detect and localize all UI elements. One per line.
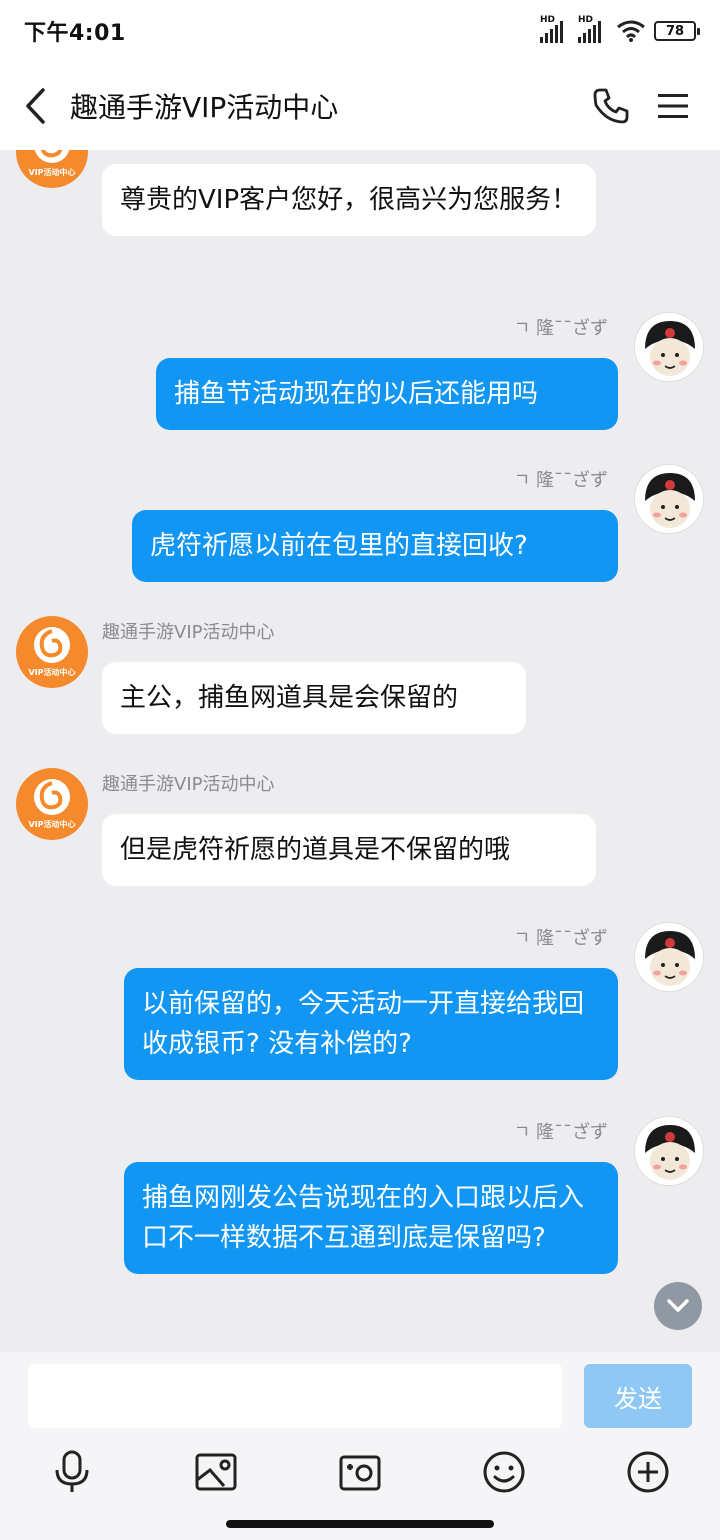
more-button[interactable] bbox=[620, 1444, 676, 1500]
message-text: 但是虎符祈愿的道具是不保留的哦 bbox=[120, 835, 511, 865]
message-text: 虎符祈愿以前在包里的直接回收? bbox=[150, 531, 528, 561]
message-bubble[interactable]: 捕鱼节活动现在的以后还能用吗 bbox=[156, 358, 618, 430]
avatar[interactable] bbox=[634, 464, 704, 534]
message-bubble[interactable]: 主公，捕鱼网道具是会保留的 bbox=[102, 662, 526, 734]
status-icons: HD HD 78 bbox=[540, 15, 700, 43]
sender-name: ㄱ 隆¯¯ざず bbox=[513, 1122, 608, 1143]
message-text: 主公，捕鱼网道具是会保留的 bbox=[120, 683, 459, 713]
avatar[interactable]: VIP活动中心 bbox=[16, 150, 88, 188]
avatar[interactable] bbox=[634, 312, 704, 382]
camera-icon bbox=[339, 1455, 381, 1491]
menu-icon bbox=[658, 94, 688, 118]
message-bubble[interactable]: 虎符祈愿以前在包里的直接回收? bbox=[132, 510, 618, 582]
logo-icon bbox=[34, 627, 70, 663]
sender-name: ㄱ 隆¯¯ざず bbox=[513, 470, 608, 491]
meme-avatar-icon bbox=[635, 1117, 703, 1185]
voice-button[interactable] bbox=[44, 1444, 100, 1500]
status-bar: 下午4:01 HD HD 78 bbox=[0, 0, 720, 62]
phone-icon bbox=[593, 88, 629, 124]
scroll-to-bottom-button[interactable] bbox=[654, 1282, 702, 1330]
avatar-caption: VIP活动中心 bbox=[28, 168, 76, 177]
message-text: 捕鱼节活动现在的以后还能用吗 bbox=[174, 379, 539, 409]
microphone-icon bbox=[55, 1450, 89, 1492]
sender-name: 趣通手游VIP活动中心 bbox=[102, 774, 275, 795]
send-button[interactable]: 发送 bbox=[584, 1364, 692, 1428]
message-input[interactable] bbox=[28, 1364, 562, 1428]
chevron-down-icon bbox=[667, 1299, 689, 1312]
home-indicator[interactable] bbox=[226, 1520, 494, 1528]
wifi-icon bbox=[617, 20, 645, 42]
message-text: 尊贵的VIP客户您好，很高兴为您服务！ bbox=[120, 185, 578, 215]
chevron-left-icon bbox=[26, 88, 45, 124]
message-bubble[interactable]: 但是虎符祈愿的道具是不保留的哦 bbox=[102, 814, 596, 886]
logo-icon bbox=[34, 150, 70, 163]
page-title: 趣通手游VIP活动中心 bbox=[70, 91, 339, 124]
photo-button[interactable] bbox=[188, 1444, 244, 1500]
add-icon bbox=[627, 1451, 669, 1493]
avatar[interactable]: VIP活动中心 bbox=[16, 616, 88, 688]
menu-button[interactable] bbox=[642, 62, 704, 150]
meme-avatar-icon bbox=[635, 465, 703, 533]
logo-icon bbox=[34, 779, 70, 815]
sender-name: ㄱ 隆¯¯ざず bbox=[513, 318, 608, 339]
sender-name: 趣通手游VIP活动中心 bbox=[102, 622, 275, 643]
message-text: 捕鱼网刚发公告说现在的入口跟以后入口不一样数据不互通到底是保留吗? bbox=[142, 1183, 585, 1253]
signal-icon: HD bbox=[578, 15, 608, 43]
input-bar: 发送 bbox=[0, 1352, 720, 1540]
signal-icon: HD bbox=[540, 15, 570, 43]
nav-bar: 趣通手游VIP活动中心 bbox=[0, 62, 720, 150]
chat-area[interactable]: VIP活动中心 尊贵的VIP客户您好，很高兴为您服务！ ㄱ 隆¯¯ざず 捕鱼节活… bbox=[0, 150, 720, 1352]
sender-name: ㄱ 隆¯¯ざず bbox=[513, 928, 608, 949]
avatar[interactable] bbox=[634, 1116, 704, 1186]
back-button[interactable] bbox=[0, 62, 70, 150]
battery-level: 78 bbox=[665, 23, 685, 39]
message-bubble[interactable]: 尊贵的VIP客户您好，很高兴为您服务！ bbox=[102, 164, 596, 236]
emoji-icon bbox=[483, 1451, 525, 1493]
avatar-caption: VIP活动中心 bbox=[28, 668, 76, 677]
avatar[interactable]: VIP活动中心 bbox=[16, 768, 88, 840]
send-button-label: 发送 bbox=[614, 1384, 662, 1413]
avatar-caption: VIP活动中心 bbox=[28, 820, 76, 829]
message-text: 以前保留的，今天活动一开直接给我回收成银币? 没有补偿的? bbox=[142, 989, 585, 1059]
battery-icon: 78 bbox=[654, 21, 700, 41]
status-time: 下午4:01 bbox=[24, 21, 126, 46]
input-toolbar bbox=[0, 1444, 720, 1504]
call-button[interactable] bbox=[580, 62, 642, 150]
meme-avatar-icon bbox=[635, 923, 703, 991]
message-bubble[interactable]: 以前保留的，今天活动一开直接给我回收成银币? 没有补偿的? bbox=[124, 968, 618, 1080]
message-bubble[interactable]: 捕鱼网刚发公告说现在的入口跟以后入口不一样数据不互通到底是保留吗? bbox=[124, 1162, 618, 1274]
emoji-button[interactable] bbox=[476, 1444, 532, 1500]
meme-avatar-icon bbox=[635, 313, 703, 381]
image-icon bbox=[195, 1453, 237, 1491]
camera-button[interactable] bbox=[332, 1444, 388, 1500]
avatar[interactable] bbox=[634, 922, 704, 992]
